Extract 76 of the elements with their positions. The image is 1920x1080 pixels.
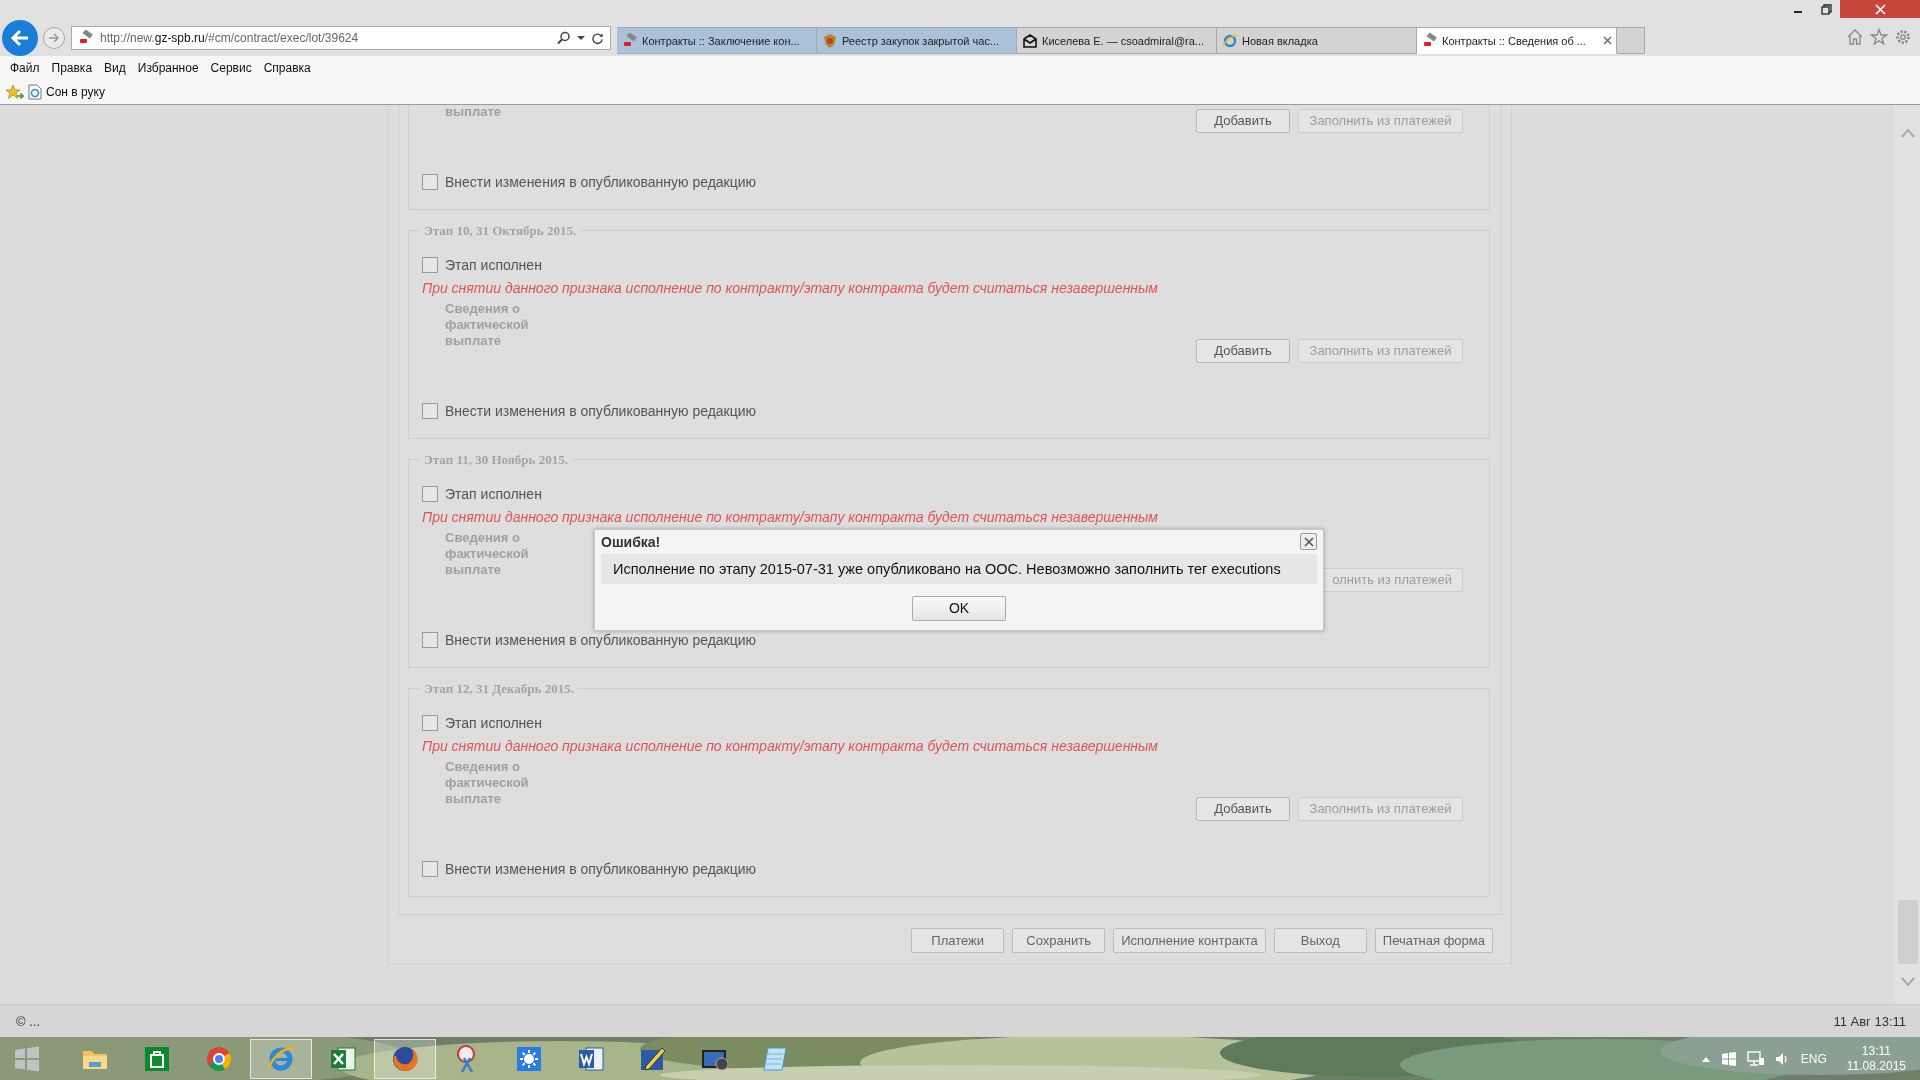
menu-item[interactable]: Справка [257, 61, 317, 75]
envelope-icon [1022, 32, 1038, 49]
refresh-icon[interactable] [591, 31, 604, 45]
warning-text: При снятии данного признака исполнение по контракту/этапу контракта будет считаться незавершенным [422, 507, 1159, 527]
checkbox-label: Этап исполнен [445, 256, 542, 273]
menu-item[interactable]: Вид [98, 61, 132, 75]
status-text: © ... [16, 1013, 41, 1029]
favorite-link[interactable]: Сон в руку [28, 83, 105, 100]
browser-tab[interactable]: Новая вкладка [1217, 27, 1417, 54]
action-button[interactable]: Сохранить [1012, 927, 1106, 953]
menu-item[interactable]: Правка [45, 61, 99, 75]
payment-info-label: выплате [445, 104, 503, 119]
restore-icon[interactable] [1820, 3, 1832, 15]
action-button[interactable]: Платежи [911, 927, 1005, 953]
close-icon[interactable] [1603, 36, 1612, 45]
back-button[interactable] [2, 20, 38, 56]
ring-swoosh-icon [1222, 32, 1238, 49]
action-button[interactable]: Печатная форма [1374, 927, 1493, 953]
stage-title: Этап 10, 31 Октябрь 2015. [423, 222, 578, 239]
browser-tab[interactable]: Контракты :: Сведения об ... [1417, 27, 1617, 54]
scrollbar[interactable] [1895, 104, 1920, 1005]
stage-title: Этап 12, 31 Декабрь 2015. [423, 680, 575, 697]
warning-text: При снятии данного признака исполнение по контракту/этапу контракта будет считаться незавершенным [422, 278, 1159, 298]
checkbox-label: Этап исполнен [445, 714, 542, 731]
windows-flag-icon[interactable] [1720, 1050, 1737, 1067]
payment-info-label: Сведения о фактической выплате [445, 757, 530, 807]
favorites-star-icon[interactable] [6, 83, 24, 100]
menu-item[interactable]: Избранное [131, 61, 205, 75]
browser-tab[interactable]: Киселева Е. — csoadmiral@ra... [1017, 27, 1217, 54]
gavel-icon [1422, 32, 1438, 49]
scroll-up-icon[interactable] [1899, 126, 1916, 139]
payment-info-label: Сведения о фактической выплате [445, 299, 530, 349]
settings-icon[interactable] [1894, 28, 1912, 46]
error-message: Исполнение по этапу 2015-07-31 уже опубликовано на ООС. Невозможно заполнить тег executions [601, 553, 1317, 584]
add-button[interactable]: Добавить [1196, 338, 1290, 363]
checkbox[interactable] [422, 631, 438, 648]
page-icon[interactable] [28, 83, 42, 100]
menu-item[interactable]: Сервис [204, 61, 258, 75]
browser-tab[interactable]: Контракты :: Заключение кон... [617, 27, 817, 54]
ok-button[interactable]: OK [912, 595, 1006, 621]
checkbox[interactable] [422, 714, 438, 731]
checkbox[interactable] [422, 402, 438, 419]
checkbox-label: Этап исполнен [445, 485, 542, 502]
network-icon[interactable] [1746, 1050, 1765, 1067]
add-button[interactable]: Добавить [1196, 796, 1290, 821]
star-icon[interactable] [1870, 28, 1888, 46]
checkbox-label: Внести изменения в опубликованную редакцию [445, 173, 757, 190]
menu-item[interactable]: Файл [4, 61, 46, 75]
windows-logo-icon[interactable] [14, 1045, 40, 1072]
add-button[interactable]: Добавить [1196, 108, 1290, 133]
back-arrow-icon[interactable] [10, 28, 30, 48]
checkbox[interactable] [422, 173, 438, 190]
payment-info-label: Сведения о фактической выплате [445, 528, 530, 578]
action-button[interactable]: Исполнение контракта [1113, 927, 1266, 953]
scroll-down-icon[interactable] [1899, 976, 1916, 989]
dialog-title: Ошибка! [601, 533, 661, 550]
close-button[interactable] [1300, 533, 1317, 551]
checkbox-label: Внести изменения в опубликованную редакцию [445, 402, 757, 419]
checkbox-label: Внести изменения в опубликованную редакцию [445, 860, 757, 877]
action-button[interactable]: Выход [1273, 927, 1367, 953]
address-field[interactable]: http://new.gz-spb.ru/#cm/contract/exec/lot/39624 [71, 26, 611, 50]
gavel-icon [622, 32, 638, 49]
gavel-icon [78, 30, 94, 46]
caret-icon[interactable] [577, 35, 585, 41]
checkbox-label: Внести изменения в опубликованную редакцию [445, 631, 757, 648]
search-icon[interactable] [557, 31, 571, 45]
new-tab-button[interactable] [1617, 27, 1645, 54]
checkbox[interactable] [422, 256, 438, 273]
warning-text: При снятии данного признака исполнение по контракту/этапу контракта будет считаться незавершенным [422, 736, 1159, 756]
checkbox[interactable] [422, 485, 438, 502]
emblem-icon [822, 32, 838, 49]
checkbox[interactable] [422, 860, 438, 877]
stage-title: Этап 11, 30 Ноябрь 2015. [423, 451, 569, 468]
browser-tab[interactable]: Реестр закупок закрытой час... [817, 27, 1017, 54]
home-icon[interactable] [1846, 28, 1864, 46]
status-date: 11 Авг 13:11 [1833, 1013, 1906, 1029]
